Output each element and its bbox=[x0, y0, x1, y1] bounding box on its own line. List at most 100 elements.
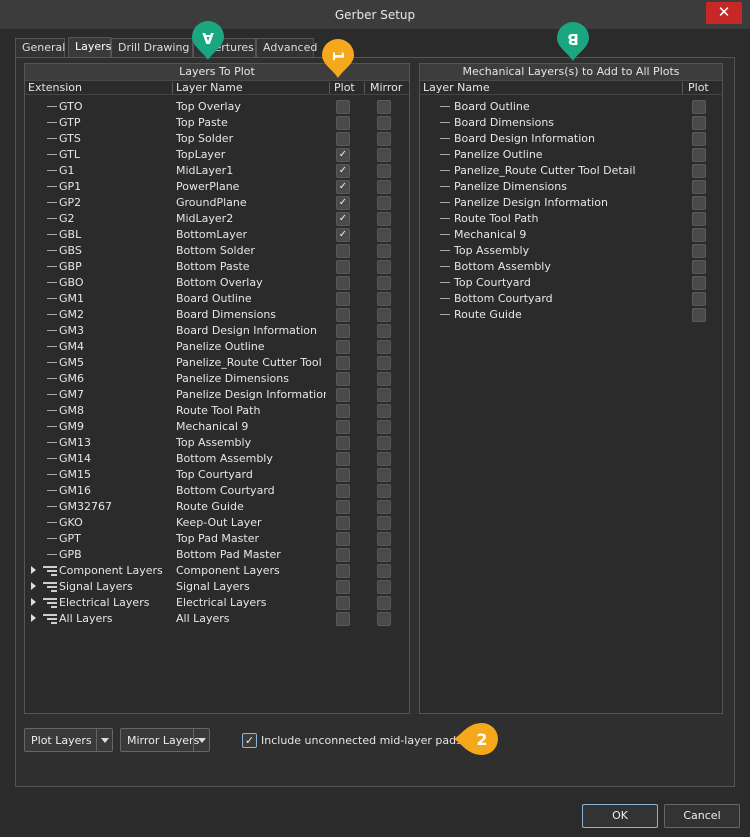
plot-checkbox[interactable] bbox=[336, 132, 350, 146]
plot-checkbox[interactable] bbox=[336, 100, 350, 114]
layer-row[interactable]: GM1 Board Outline bbox=[25, 291, 409, 307]
mechanical-plot-checkbox[interactable] bbox=[692, 276, 706, 290]
mechanical-plot-checkbox[interactable] bbox=[692, 292, 706, 306]
mechanical-plot-checkbox[interactable] bbox=[692, 116, 706, 130]
plot-checkbox[interactable] bbox=[336, 452, 350, 466]
mirror-checkbox[interactable] bbox=[377, 228, 391, 242]
mirror-checkbox[interactable] bbox=[377, 596, 391, 610]
plot-checkbox[interactable] bbox=[336, 116, 350, 130]
layer-row[interactable]: GBP Bottom Paste bbox=[25, 259, 409, 275]
column-extension[interactable]: Extension bbox=[28, 81, 82, 94]
mirror-layers-dropdown[interactable]: Mirror Layers bbox=[120, 728, 210, 752]
mirror-checkbox[interactable] bbox=[377, 276, 391, 290]
mechanical-plot-checkbox[interactable] bbox=[692, 244, 706, 258]
mirror-checkbox[interactable] bbox=[377, 116, 391, 130]
plot-checkbox[interactable] bbox=[336, 340, 350, 354]
plot-checkbox[interactable] bbox=[336, 260, 350, 274]
mechanical-layer-row[interactable]: Mechanical 9 bbox=[420, 227, 722, 243]
mechanical-layer-row[interactable]: Board Outline bbox=[420, 99, 722, 115]
mirror-checkbox[interactable] bbox=[377, 244, 391, 258]
mirror-checkbox[interactable] bbox=[377, 484, 391, 498]
mechanical-plot-checkbox[interactable] bbox=[692, 228, 706, 242]
mirror-checkbox[interactable] bbox=[377, 340, 391, 354]
plot-layers-dropdown[interactable]: Plot Layers bbox=[24, 728, 113, 752]
expand-arrow-icon[interactable] bbox=[31, 614, 36, 622]
mechanical-layer-row[interactable]: Panelize Design Information bbox=[420, 195, 722, 211]
layer-row[interactable]: Component Layers Component Layers bbox=[25, 563, 409, 579]
mirror-checkbox[interactable] bbox=[377, 260, 391, 274]
layer-row[interactable]: GM15 Top Courtyard bbox=[25, 467, 409, 483]
layer-row[interactable]: GTL TopLayer bbox=[25, 147, 409, 163]
tab-general[interactable]: General bbox=[15, 38, 65, 58]
plot-checkbox[interactable] bbox=[336, 276, 350, 290]
column-layer-name[interactable]: Layer Name bbox=[176, 81, 243, 94]
plot-checkbox[interactable] bbox=[336, 420, 350, 434]
layer-row[interactable]: GPB Bottom Pad Master bbox=[25, 547, 409, 563]
layer-row[interactable]: GTP Top Paste bbox=[25, 115, 409, 131]
chevron-down-icon[interactable] bbox=[96, 729, 112, 751]
mirror-checkbox[interactable] bbox=[377, 356, 391, 370]
mirror-checkbox[interactable] bbox=[377, 388, 391, 402]
mirror-checkbox[interactable] bbox=[377, 100, 391, 114]
layer-row[interactable]: GPT Top Pad Master bbox=[25, 531, 409, 547]
mirror-checkbox[interactable] bbox=[377, 324, 391, 338]
mechanical-layer-row[interactable]: Bottom Courtyard bbox=[420, 291, 722, 307]
plot-checkbox[interactable] bbox=[336, 516, 350, 530]
mechanical-plot-checkbox[interactable] bbox=[692, 148, 706, 162]
close-button[interactable]: ✕ bbox=[706, 2, 742, 24]
layer-row[interactable]: GBS Bottom Solder bbox=[25, 243, 409, 259]
mirror-checkbox[interactable] bbox=[377, 372, 391, 386]
expand-arrow-icon[interactable] bbox=[31, 582, 36, 590]
mirror-checkbox[interactable] bbox=[377, 196, 391, 210]
layer-row[interactable]: GM6 Panelize Dimensions bbox=[25, 371, 409, 387]
mirror-checkbox[interactable] bbox=[377, 468, 391, 482]
tab-layers[interactable]: Layers bbox=[68, 37, 111, 59]
mirror-checkbox[interactable] bbox=[377, 292, 391, 306]
plot-checkbox[interactable] bbox=[336, 244, 350, 258]
layer-row[interactable]: GKO Keep-Out Layer bbox=[25, 515, 409, 531]
expand-arrow-icon[interactable] bbox=[31, 598, 36, 606]
tab-drill-drawing[interactable]: Drill Drawing bbox=[111, 38, 193, 58]
layer-row[interactable]: Electrical Layers Electrical Layers bbox=[25, 595, 409, 611]
ok-button[interactable]: OK bbox=[582, 804, 658, 828]
mechanical-plot-checkbox[interactable] bbox=[692, 196, 706, 210]
plot-checkbox[interactable] bbox=[336, 196, 350, 210]
cancel-button[interactable]: Cancel bbox=[664, 804, 740, 828]
layer-row[interactable]: Signal Layers Signal Layers bbox=[25, 579, 409, 595]
layer-row[interactable]: GM4 Panelize Outline bbox=[25, 339, 409, 355]
plot-checkbox[interactable] bbox=[336, 180, 350, 194]
plot-checkbox[interactable] bbox=[336, 580, 350, 594]
mirror-checkbox[interactable] bbox=[377, 420, 391, 434]
layer-row[interactable]: GM2 Board Dimensions bbox=[25, 307, 409, 323]
mirror-checkbox[interactable] bbox=[377, 148, 391, 162]
mirror-checkbox[interactable] bbox=[377, 164, 391, 178]
layer-row[interactable]: GBL BottomLayer bbox=[25, 227, 409, 243]
layer-row[interactable]: GM13 Top Assembly bbox=[25, 435, 409, 451]
layer-row[interactable]: All Layers All Layers bbox=[25, 611, 409, 627]
mechanical-layer-row[interactable]: Panelize Outline bbox=[420, 147, 722, 163]
plot-checkbox[interactable] bbox=[336, 372, 350, 386]
mechanical-plot-checkbox[interactable] bbox=[692, 308, 706, 322]
layer-row[interactable]: GP1 PowerPlane bbox=[25, 179, 409, 195]
mirror-checkbox[interactable] bbox=[377, 212, 391, 226]
plot-checkbox[interactable] bbox=[336, 564, 350, 578]
include-unconnected-pads-checkbox[interactable]: ✓ bbox=[242, 733, 257, 748]
column-mech-layer-name[interactable]: Layer Name bbox=[423, 81, 490, 94]
mirror-checkbox[interactable] bbox=[377, 580, 391, 594]
layer-row[interactable]: GM9 Mechanical 9 bbox=[25, 419, 409, 435]
layer-row[interactable]: GM5 Panelize_Route Cutter Tool D bbox=[25, 355, 409, 371]
mirror-checkbox[interactable] bbox=[377, 404, 391, 418]
mechanical-layer-row[interactable]: Route Guide bbox=[420, 307, 722, 323]
layer-row[interactable]: GP2 GroundPlane bbox=[25, 195, 409, 211]
layer-row[interactable]: G2 MidLayer2 bbox=[25, 211, 409, 227]
chevron-down-icon[interactable] bbox=[193, 729, 209, 751]
tab-advanced[interactable]: Advanced bbox=[256, 38, 317, 58]
plot-checkbox[interactable] bbox=[336, 164, 350, 178]
plot-checkbox[interactable] bbox=[336, 484, 350, 498]
plot-checkbox[interactable] bbox=[336, 212, 350, 226]
mirror-checkbox[interactable] bbox=[377, 548, 391, 562]
mirror-checkbox[interactable] bbox=[377, 436, 391, 450]
plot-checkbox[interactable] bbox=[336, 548, 350, 562]
plot-checkbox[interactable] bbox=[336, 148, 350, 162]
mirror-checkbox[interactable] bbox=[377, 500, 391, 514]
